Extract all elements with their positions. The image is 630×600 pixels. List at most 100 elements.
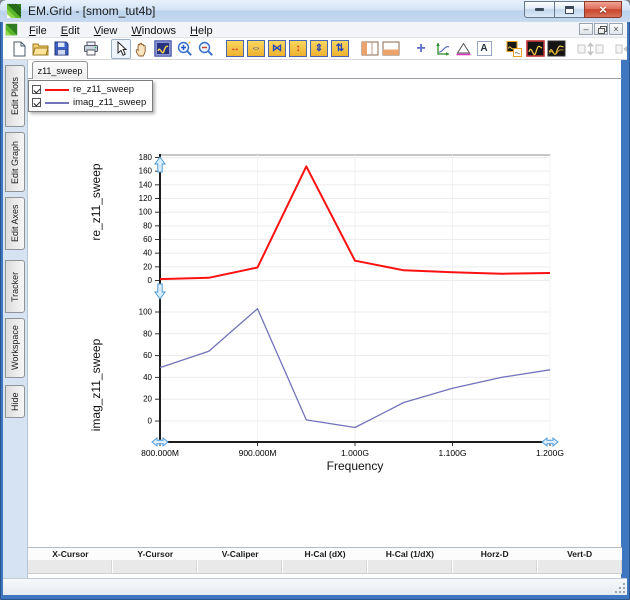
cursor-col-y-cursor: Y-Cursor xyxy=(113,548,198,560)
status-bar xyxy=(3,578,627,595)
plot-style-dark-icon[interactable] xyxy=(525,39,545,59)
zoom-in-icon[interactable] xyxy=(174,39,194,59)
print-icon[interactable] xyxy=(81,39,101,59)
y-tick-label: 0 xyxy=(148,417,153,426)
auto-fit-horizontal-icon[interactable] xyxy=(614,39,627,59)
tabbar-divider xyxy=(28,78,622,79)
fit-horizontal-icon[interactable]: ⋈ xyxy=(267,39,287,59)
title-bar[interactable]: EM.Grid - [smom_tut4b] × xyxy=(0,0,630,22)
expand-horizontal-icon[interactable]: ↔ xyxy=(225,39,245,59)
plot-style-multi-icon[interactable] xyxy=(546,39,566,59)
shrink-vertical-icon[interactable]: ⇕ xyxy=(309,39,329,59)
cursor-table-row xyxy=(28,560,622,574)
sidebar: Edit Plots Edit Graph Edit Axes Tracker Work… xyxy=(3,60,27,578)
x-tick-label: 1.100G xyxy=(439,448,467,458)
cursor-readout-table: X-CursorY-CursorV-CaliperH-Cal (dX)H-Cal… xyxy=(28,547,622,574)
save-icon[interactable] xyxy=(51,39,71,59)
maximize-button[interactable] xyxy=(554,1,584,18)
fit-vertical-icon[interactable]: ⇅ xyxy=(330,39,350,59)
y-axis-title-imag_z11_sweep: imag_z11_sweep xyxy=(89,338,103,431)
menu-view[interactable]: View xyxy=(87,25,125,37)
caliper-triangle-icon[interactable] xyxy=(453,39,473,59)
chart-canvas[interactable]: 020406080100120140160180re_z11_sweep0204… xyxy=(86,145,576,480)
zoom-out-icon[interactable] xyxy=(195,39,215,59)
sidebar-tab-edit-plots[interactable]: Edit Plots xyxy=(5,65,25,127)
overlay-plots-icon[interactable] xyxy=(504,39,524,59)
text-annotation-icon[interactable]: A xyxy=(474,39,494,59)
cursor-cell xyxy=(28,560,112,573)
x-tick-label: 800.000M xyxy=(141,448,179,458)
legend-checkbox-re_z11_sweep[interactable] xyxy=(32,85,41,94)
app-logo-icon xyxy=(6,3,22,19)
sidebar-tab-edit-graph[interactable]: Edit Graph xyxy=(5,132,25,192)
shrink-horizontal-icon[interactable]: ⇔ xyxy=(246,39,266,59)
pan-hand-icon[interactable] xyxy=(132,39,152,59)
cursor-cell xyxy=(282,560,367,573)
y-tick-label: 120 xyxy=(139,194,153,203)
split-horizontal-icon[interactable] xyxy=(381,39,401,59)
x-axis-title: Frequency xyxy=(327,459,384,473)
cursor-col-vert-d: Vert-D xyxy=(537,548,622,560)
open-icon[interactable] xyxy=(30,39,50,59)
sidebar-tab-edit-axes[interactable]: Edit Axes xyxy=(5,197,25,250)
x-tick-label: 900.000M xyxy=(239,448,277,458)
menu-bar: FileEditViewWindowsHelp – × xyxy=(3,22,627,38)
y-tick-label: 100 xyxy=(139,208,153,217)
mdi-close-button[interactable]: × xyxy=(609,23,623,35)
legend-line-sample xyxy=(45,102,69,104)
cursor-col-x-cursor: X-Cursor xyxy=(28,548,113,560)
y-tick-label: 160 xyxy=(139,167,153,176)
legend-item: imag_z11_sweep xyxy=(32,96,146,109)
crosshair-cursor-icon[interactable]: + xyxy=(411,39,431,59)
resize-grip[interactable] xyxy=(614,582,625,593)
cursor-cell xyxy=(452,560,537,573)
plot-legend: re_z11_sweep imag_z11_sweep xyxy=(28,80,153,112)
sidebar-tab-hide[interactable]: Hide xyxy=(5,385,25,418)
cursor-cell xyxy=(367,560,452,573)
cursor-col-v-caliper: V-Caliper xyxy=(198,548,283,560)
zoom-window-icon[interactable] xyxy=(153,39,173,59)
cursor-cell xyxy=(197,560,282,573)
auto-fit-vertical-icon[interactable] xyxy=(576,39,604,59)
cursor-col-h-cal-dx-: H-Cal (dX) xyxy=(283,548,368,560)
mdi-document-icon xyxy=(5,23,18,36)
menu-help[interactable]: Help xyxy=(183,25,220,37)
axes-marker-icon[interactable] xyxy=(432,39,452,59)
em-grid-window: EM.Grid - [smom_tut4b] × FileEditViewWin… xyxy=(0,0,630,600)
legend-checkbox-imag_z11_sweep[interactable] xyxy=(32,98,41,107)
minimize-button[interactable] xyxy=(524,1,554,18)
expand-vertical-icon[interactable]: ↕ xyxy=(288,39,308,59)
close-button[interactable]: × xyxy=(584,1,622,18)
sidebar-tab-tracker[interactable]: Tracker xyxy=(5,260,25,313)
split-vertical-icon[interactable] xyxy=(360,39,380,59)
window-title: EM.Grid - [smom_tut4b] xyxy=(28,4,155,18)
new-icon[interactable] xyxy=(9,39,29,59)
cursor-table-headers: X-CursorY-CursorV-CaliperH-Cal (dX)H-Cal… xyxy=(28,548,622,560)
y-tick-label: 100 xyxy=(139,308,153,317)
y-axis-title-re_z11_sweep: re_z11_sweep xyxy=(89,163,103,240)
cursor-col-h-cal-1-dx-: H-Cal (1/dX) xyxy=(367,548,452,560)
cursor-cell xyxy=(112,560,197,573)
menu-file[interactable]: File xyxy=(22,25,54,37)
mdi-minimize-button[interactable]: – xyxy=(579,23,593,35)
menu-edit[interactable]: Edit xyxy=(54,25,87,37)
legend-label: imag_z11_sweep xyxy=(73,97,146,108)
cursor-cell xyxy=(537,560,622,573)
select-pointer-icon[interactable] xyxy=(111,39,131,59)
mdi-restore-button[interactable] xyxy=(594,23,608,35)
y-tick-label: 40 xyxy=(143,373,152,382)
menu-windows[interactable]: Windows xyxy=(124,25,183,37)
menu-items: FileEditViewWindowsHelp xyxy=(22,21,220,39)
doc-tab-z11-sweep[interactable]: z11_sweep xyxy=(32,61,88,79)
sidebar-tab-workspace[interactable]: Workspace xyxy=(5,318,25,378)
y-tick-label: 60 xyxy=(143,351,152,360)
y-tick-label: 80 xyxy=(143,221,152,230)
legend-line-sample xyxy=(45,89,69,91)
legend-label: re_z11_sweep xyxy=(73,84,134,95)
x-tick-label: 1.000G xyxy=(341,448,369,458)
cursor-col-horz-d: Horz-D xyxy=(452,548,537,560)
doc-tab-label: z11_sweep xyxy=(38,66,83,76)
y-tick-label: 140 xyxy=(139,180,153,189)
y-tick-label: 60 xyxy=(143,235,152,244)
y-tick-label: 20 xyxy=(143,262,152,271)
